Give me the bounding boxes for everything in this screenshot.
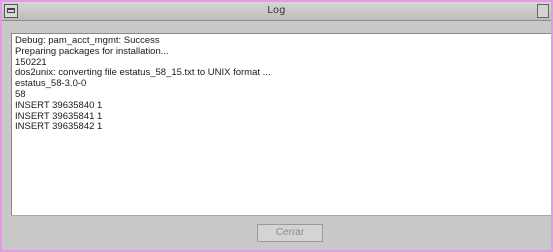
log-line: dos2unix: converting file estatus_58_15.… <box>15 67 271 79</box>
log-window: Log Debug: pam_acct_mgmt: Success Prepar… <box>0 0 553 252</box>
log-line: Preparing packages for installation... <box>15 45 169 57</box>
title-bar[interactable]: Log <box>2 2 551 21</box>
log-line: estatus_58-3.0-0 <box>15 78 87 90</box>
log-line: INSERT 39635840 1 <box>15 99 103 111</box>
window-control-icon[interactable] <box>537 4 549 18</box>
button-bar: Cerrar <box>11 215 551 250</box>
close-button[interactable]: Cerrar <box>257 224 323 242</box>
log-output[interactable]: Debug: pam_acct_mgmt: Success Preparing … <box>11 33 551 215</box>
log-line: INSERT 39635842 1 <box>15 121 103 133</box>
window-title: Log <box>267 5 286 16</box>
